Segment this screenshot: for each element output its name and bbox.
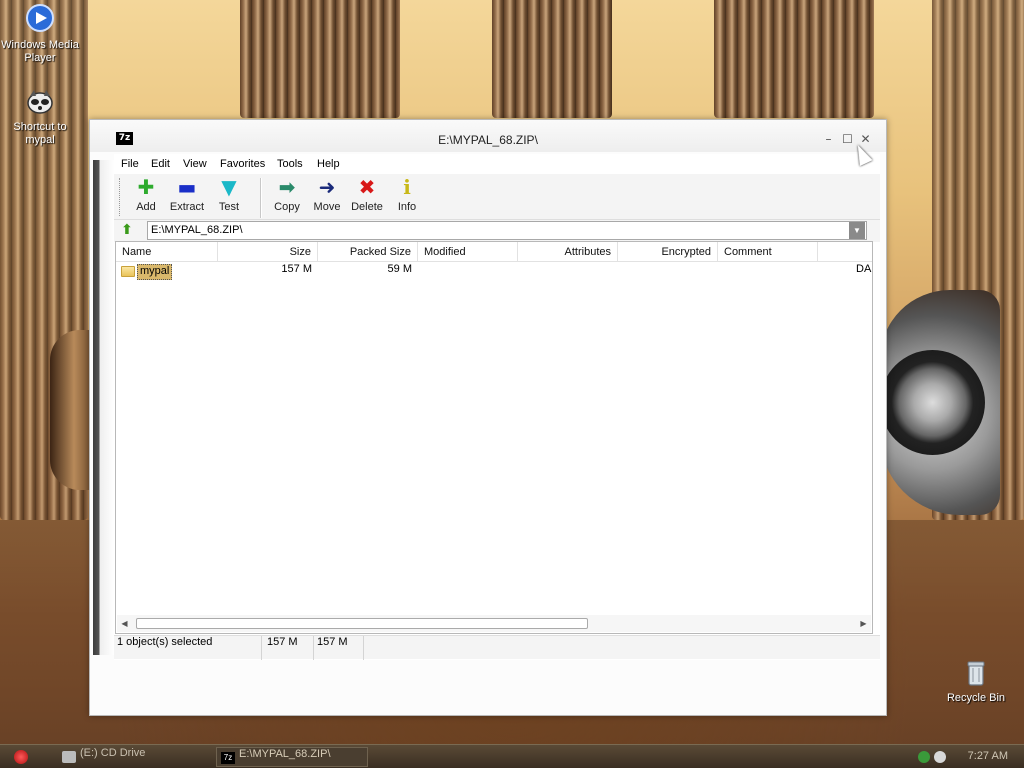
add-button-label: Add	[136, 201, 156, 213]
minimize-button[interactable]: –	[821, 132, 836, 147]
media-player-icon	[26, 4, 54, 32]
copy-button[interactable]: ➡ Copy	[267, 176, 307, 218]
item-packed-size: 59 M	[387, 263, 412, 275]
item-size: 157 M	[281, 263, 312, 275]
double-arrow-right-icon: ➡	[278, 175, 296, 199]
desktop-icon-recycle-bin[interactable]: Recycle Bin	[936, 657, 1016, 705]
plus-icon: ✚	[137, 175, 155, 199]
up-arrow-icon: ⬆	[121, 222, 133, 238]
desktop-icon-media-player[interactable]: Windows Media Player	[0, 4, 80, 65]
wallpaper-car	[880, 290, 1000, 515]
list-item[interactable]: mypal 157 M 59 M DA	[116, 263, 872, 281]
menu-view[interactable]: View	[183, 158, 207, 170]
toolbar-grip[interactable]	[119, 178, 122, 216]
address-input[interactable]: E:\MYPAL_68.ZIP\ ▼	[147, 221, 867, 240]
info-icon: i	[403, 175, 411, 199]
speaker-icon[interactable]	[934, 751, 946, 763]
system-tray: 7:27 AM	[904, 745, 1024, 768]
car-wheel	[880, 350, 985, 455]
scroll-right-icon[interactable]: ▶	[856, 615, 871, 632]
app-7z-icon: 7z	[221, 752, 235, 764]
recycle-bin-icon	[967, 661, 985, 686]
status-bar: 1 object(s) selected 157 M 157 M	[114, 635, 880, 660]
column-header-modified[interactable]: Modified	[418, 242, 518, 262]
wallpaper-pillar	[492, 0, 612, 118]
status-packed: 157 M	[314, 636, 364, 660]
toolbar-separator	[260, 178, 262, 218]
column-header-encrypted[interactable]: Encrypted	[618, 242, 718, 262]
extract-button[interactable]: ▬ Extract	[167, 176, 207, 218]
menu-favorites[interactable]: Favorites	[220, 158, 265, 170]
test-button-label: Test	[218, 201, 240, 213]
chevron-down-icon: ▼	[853, 226, 861, 235]
wallpaper-car-left	[50, 330, 90, 490]
check-icon: ▼	[221, 175, 237, 199]
column-header-size[interactable]: Size	[218, 242, 318, 262]
horizontal-scrollbar[interactable]: ◀ ▶	[117, 615, 871, 632]
window-title: E:\MYPAL_68.ZIP\	[438, 133, 538, 147]
copy-button-label: Copy	[274, 201, 300, 213]
maximize-button[interactable]: ☐	[840, 132, 855, 147]
taskbar-item-cd-drive[interactable]: (E:) CD Drive	[58, 747, 208, 767]
scrollbar-thumb[interactable]	[136, 618, 588, 629]
folder-icon	[121, 266, 135, 277]
file-manager-window: 7z E:\MYPAL_68.ZIP\ – ☐ ✕ File Edit View…	[89, 119, 887, 716]
raccoon-icon	[27, 90, 53, 114]
column-header-attributes[interactable]: Attributes	[518, 242, 618, 262]
desktop-icon-label: Recycle Bin	[946, 692, 1006, 704]
extract-button-label: Extract	[169, 201, 205, 213]
toolbar: ✚ Add ▬ Extract ▼ Test ➡ Copy ➜ Move ✖ D…	[114, 174, 880, 220]
taskbar: (E:) CD Drive 7z E:\MYPAL_68.ZIP\ 7:27 A…	[0, 744, 1024, 768]
address-value: E:\MYPAL_68.ZIP\	[151, 224, 243, 236]
menu-bar: File Edit View Favorites Tools Help	[114, 154, 880, 174]
delete-button-label: Delete	[351, 201, 383, 213]
clock[interactable]: 7:27 AM	[968, 750, 1008, 762]
status-selection: 1 object(s) selected	[114, 636, 262, 660]
address-dropdown-button[interactable]: ▼	[849, 222, 865, 239]
desktop-icon-label: Shortcut to mypal	[13, 121, 67, 146]
taskbar-item-label: (E:) CD Drive	[80, 747, 146, 759]
taskbar-item-7zip[interactable]: 7z E:\MYPAL_68.ZIP\	[216, 747, 368, 767]
desktop-icon-mypal[interactable]: Shortcut to mypal	[0, 86, 80, 147]
title-bar[interactable]: 7z E:\MYPAL_68.ZIP\ – ☐ ✕	[90, 120, 886, 152]
list-header: Name Size Packed Size Modified Attribute…	[116, 242, 872, 262]
item-name: mypal	[137, 264, 173, 280]
column-header-packed-size[interactable]: Packed Size	[318, 242, 418, 262]
wallpaper-pillar	[714, 0, 874, 118]
add-button[interactable]: ✚ Add	[126, 176, 166, 218]
item-overflow-text: DA	[856, 263, 872, 275]
arrow-right-icon: ➜	[318, 175, 336, 199]
menu-edit[interactable]: Edit	[151, 158, 170, 170]
desktop-icon-label: Windows Media Player	[1, 39, 79, 64]
start-button[interactable]	[14, 750, 28, 764]
status-size: 157 M	[264, 636, 314, 660]
move-button[interactable]: ➜ Move	[307, 176, 347, 218]
menu-file[interactable]: File	[121, 158, 139, 170]
up-folder-button[interactable]: ⬆	[118, 222, 136, 240]
network-icon[interactable]	[918, 751, 930, 763]
scroll-left-icon[interactable]: ◀	[117, 615, 132, 632]
cd-drive-icon	[62, 751, 76, 763]
address-bar: ⬆ E:\MYPAL_68.ZIP\ ▼	[114, 220, 880, 242]
info-button-label: Info	[397, 201, 417, 213]
delete-button[interactable]: ✖ Delete	[347, 176, 387, 218]
test-button[interactable]: ▼ Test	[209, 176, 249, 218]
minus-icon: ▬	[177, 175, 197, 199]
window-side-strip	[93, 160, 114, 655]
menu-help[interactable]: Help	[317, 158, 340, 170]
window-content: File Edit View Favorites Tools Help ✚ Ad…	[114, 154, 880, 660]
move-button-label: Move	[313, 201, 341, 213]
file-list[interactable]: Name Size Packed Size Modified Attribute…	[115, 241, 873, 634]
column-header-comment[interactable]: Comment	[718, 242, 818, 262]
menu-tools[interactable]: Tools	[277, 158, 303, 170]
taskbar-item-label: E:\MYPAL_68.ZIP\	[239, 748, 331, 760]
x-icon: ✖	[358, 175, 376, 199]
column-header-name[interactable]: Name	[116, 242, 218, 262]
info-button[interactable]: i Info	[387, 176, 427, 218]
wallpaper-pillar	[240, 0, 400, 118]
